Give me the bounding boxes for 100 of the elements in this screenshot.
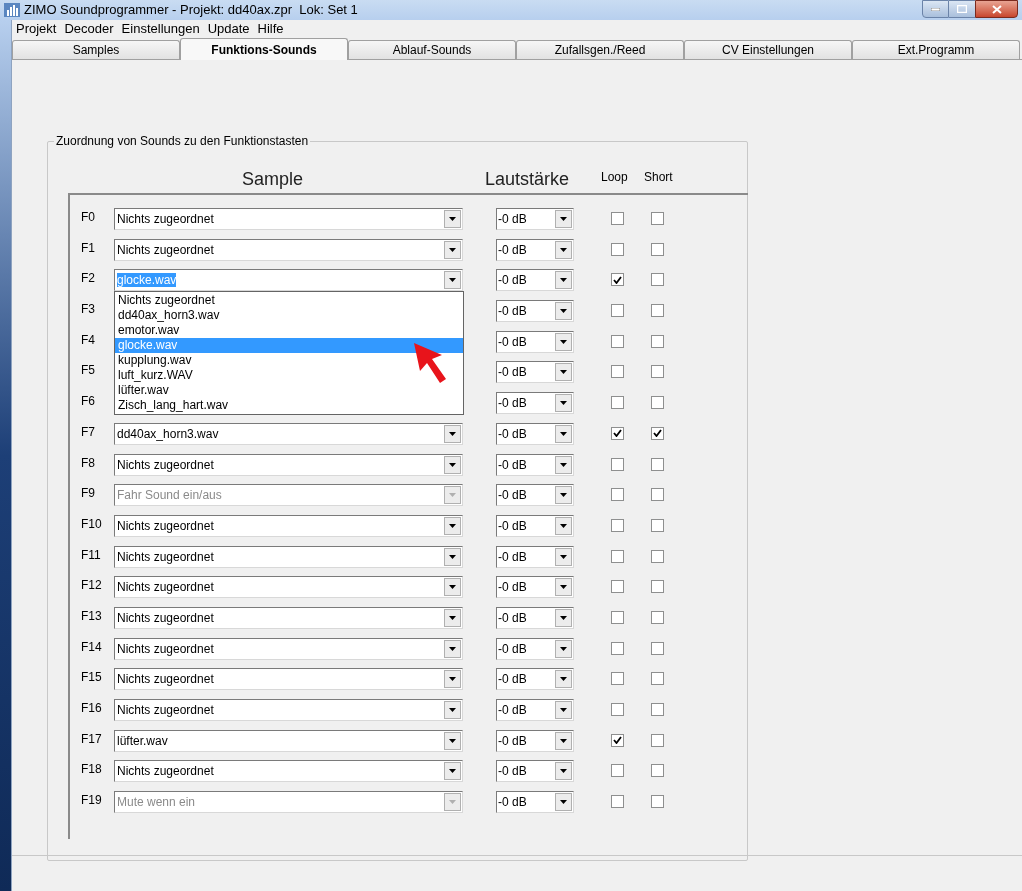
sample-combobox[interactable]: Nichts zugeordnet	[114, 576, 463, 599]
dropdown-button[interactable]	[555, 516, 572, 535]
dropdown-button[interactable]	[555, 762, 572, 781]
menu-item[interactable]: Einstellungen	[117, 21, 204, 37]
sample-combobox[interactable]: lüfter.wav	[114, 729, 463, 752]
checkbox[interactable]	[611, 764, 624, 778]
checkbox[interactable]	[611, 212, 624, 225]
dropdown-button[interactable]	[555, 608, 572, 627]
dropdown-button[interactable]	[444, 547, 461, 566]
volume-combobox[interactable]: -0 dB	[496, 238, 574, 261]
menu-item[interactable]: Update	[203, 21, 254, 37]
dropdown-option[interactable]: emotor.wav	[115, 323, 463, 338]
dropdown-button[interactable]	[555, 793, 572, 812]
checkbox[interactable]	[611, 610, 624, 624]
dropdown-button[interactable]	[555, 394, 572, 413]
checkbox[interactable]	[611, 457, 624, 471]
tab[interactable]: Samples	[12, 40, 180, 59]
dropdown-button[interactable]	[555, 424, 572, 443]
volume-combobox[interactable]: -0 dB	[496, 668, 574, 691]
checkbox[interactable]	[611, 273, 624, 287]
checkbox[interactable]	[611, 580, 624, 594]
volume-combobox[interactable]: -0 dB	[496, 699, 574, 721]
sample-combobox[interactable]: dd40ax_horn3.wav	[114, 422, 463, 445]
dropdown-button[interactable]	[555, 731, 572, 750]
sample-combobox[interactable]: Nichts zugeordnet	[114, 699, 463, 721]
volume-combobox[interactable]: -0 dB	[496, 422, 574, 445]
dropdown-button[interactable]	[555, 210, 572, 228]
dropdown-button[interactable]	[444, 762, 461, 781]
dropdown-button[interactable]	[555, 240, 572, 259]
close-button[interactable]	[975, 0, 1018, 18]
sample-combobox[interactable]: Nichts zugeordnet	[114, 760, 463, 783]
maximize-button[interactable]	[949, 0, 975, 18]
dropdown-button[interactable]	[444, 639, 461, 658]
tab[interactable]: Ext.Programm	[852, 40, 1020, 59]
dropdown-button[interactable]	[444, 578, 461, 597]
checkbox[interactable]	[651, 396, 664, 410]
volume-combobox[interactable]: -0 dB	[496, 606, 574, 629]
dropdown-button[interactable]	[444, 424, 461, 443]
tab[interactable]: Ablauf-Sounds	[348, 40, 516, 59]
sample-combobox[interactable]: Nichts zugeordnet	[114, 514, 463, 537]
checkbox[interactable]	[611, 641, 624, 655]
dropdown-button[interactable]	[444, 210, 461, 228]
dropdown-button[interactable]	[444, 240, 461, 259]
checkbox[interactable]	[651, 764, 664, 778]
volume-combobox[interactable]: -0 dB	[496, 300, 574, 323]
checkbox[interactable]	[611, 396, 624, 410]
checkbox[interactable]	[611, 426, 624, 440]
menu-item[interactable]: Decoder	[60, 21, 118, 37]
dropdown-button[interactable]	[444, 271, 461, 290]
checkbox[interactable]	[651, 641, 664, 655]
dropdown-button[interactable]	[444, 731, 461, 750]
dropdown-option[interactable]: Nichts zugeordnet	[115, 293, 463, 308]
dropdown-option[interactable]: dd40ax_horn3.wav	[115, 308, 463, 323]
checkbox[interactable]	[611, 304, 624, 318]
dropdown-option[interactable]: lüfter.wav	[115, 383, 463, 398]
checkbox[interactable]	[651, 672, 664, 686]
volume-combobox[interactable]: -0 dB	[496, 760, 574, 783]
checkbox[interactable]	[651, 426, 664, 440]
volume-combobox[interactable]: -0 dB	[496, 361, 574, 384]
tab[interactable]: Zufallsgen./Reed	[516, 40, 684, 59]
volume-combobox[interactable]: -0 dB	[496, 392, 574, 415]
dropdown-option[interactable]: Zisch_lang_hart.wav	[115, 398, 463, 413]
checkbox[interactable]	[651, 703, 664, 716]
dropdown-button[interactable]	[555, 332, 572, 351]
checkbox[interactable]	[651, 457, 664, 471]
dropdown-button[interactable]	[555, 578, 572, 597]
checkbox[interactable]	[651, 733, 664, 747]
checkbox[interactable]	[651, 580, 664, 594]
checkbox[interactable]	[651, 549, 664, 563]
dropdown-button[interactable]	[444, 670, 461, 689]
checkbox[interactable]	[651, 334, 664, 348]
checkbox[interactable]	[651, 273, 664, 287]
dropdown-button[interactable]	[555, 363, 572, 382]
volume-combobox[interactable]: -0 dB	[496, 576, 574, 599]
dropdown-button[interactable]	[555, 302, 572, 321]
checkbox[interactable]	[611, 703, 624, 716]
sample-combobox[interactable]: Nichts zugeordnet	[114, 606, 463, 629]
dropdown-button[interactable]	[555, 547, 572, 566]
menu-item[interactable]: Projekt	[12, 21, 61, 37]
checkbox[interactable]	[611, 365, 624, 379]
dropdown-button[interactable]	[444, 516, 461, 535]
volume-combobox[interactable]: -0 dB	[496, 514, 574, 537]
checkbox[interactable]	[611, 549, 624, 563]
volume-combobox[interactable]: -0 dB	[496, 545, 574, 568]
dropdown-button[interactable]	[555, 639, 572, 658]
sample-combobox[interactable]: Nichts zugeordnet	[114, 453, 463, 476]
dropdown-button[interactable]	[444, 608, 461, 627]
dropdown-option[interactable]: kupplung.wav	[115, 353, 463, 368]
minimize-button[interactable]	[922, 0, 949, 18]
menu-item[interactable]: Hilfe	[253, 21, 288, 37]
checkbox[interactable]	[651, 365, 664, 379]
dropdown-button[interactable]	[444, 455, 461, 474]
checkbox[interactable]	[611, 733, 624, 747]
dropdown-button[interactable]	[555, 271, 572, 290]
volume-combobox[interactable]: -0 dB	[496, 269, 574, 292]
dropdown-button[interactable]	[444, 701, 461, 719]
dropdown-button[interactable]	[555, 486, 572, 505]
checkbox[interactable]	[611, 334, 624, 348]
tab[interactable]: CV Einstellungen	[684, 40, 852, 59]
checkbox[interactable]	[651, 518, 664, 532]
